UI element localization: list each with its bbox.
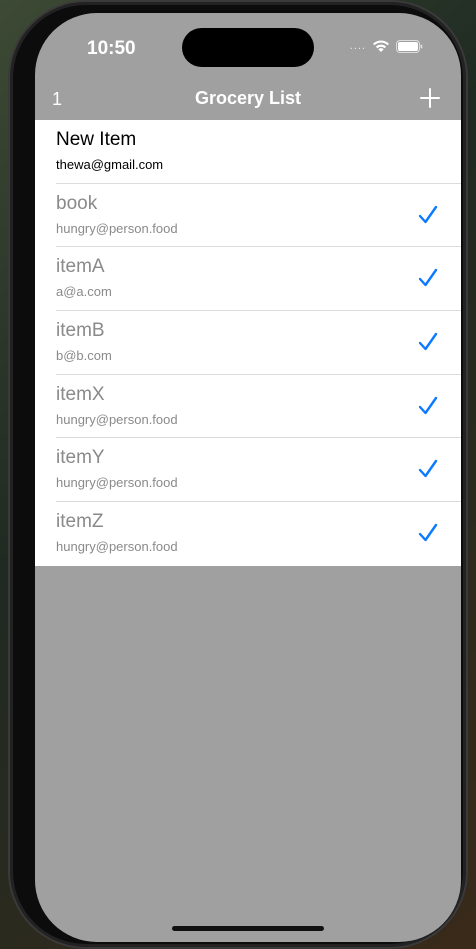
phone-frame: 10:50 .... 1 Grocery List New Item thewa… [8,0,468,949]
item-email: hungry@person.food [56,539,178,555]
battery-icon [396,39,423,53]
app-screen: 10:50 .... 1 Grocery List New Item thewa… [35,13,461,942]
item-email: hungry@person.food [56,475,178,491]
status-icons: .... [350,39,423,53]
list-item[interactable]: itemB b@b.com [35,311,461,375]
list-item[interactable]: itemZ hungry@person.food [35,502,461,566]
checkmark-icon [418,205,438,223]
item-email: b@b.com [56,348,112,364]
checkmark-icon [418,269,438,287]
item-email: a@a.com [56,284,112,300]
wifi-icon [372,39,390,53]
dynamic-island [182,28,314,67]
list-item[interactable]: itemY hungry@person.food [35,438,461,503]
item-name: itemX [56,383,105,405]
item-email: thewa@gmail.com [56,157,164,172]
list-item[interactable]: itemA a@a.com [35,247,461,312]
checkmark-icon [418,523,438,542]
item-name: itemY [56,447,105,469]
status-time: 10:50 [87,38,136,59]
item-name: book [56,192,98,214]
item-name: itemZ [56,511,104,533]
item-name: New Item [56,129,137,150]
item-name: itemB [56,320,105,342]
home-indicator[interactable] [172,926,324,931]
page-title: Grocery List [194,88,302,108]
list-item[interactable]: itemX hungry@person.food [35,375,461,439]
status-bar: 10:50 .... [35,13,461,83]
item-email: hungry@person.food [56,220,178,236]
item-name: itemA [56,256,105,278]
grocery-list: New Item thewa@gmail.com book hungry@person… [35,120,461,566]
signal-icon: .... [349,40,366,52]
item-email: hungry@person.food [56,411,178,427]
add-item-button[interactable] [415,83,445,113]
checkmark-icon [418,460,438,478]
list-item[interactable]: New Item thewa@gmail.com [35,120,461,184]
checkmark-icon [418,332,438,351]
navigation-bar: 1 Grocery List [35,83,461,120]
plus-icon [420,88,440,108]
checkmark-icon [418,396,438,414]
list-item[interactable]: book hungry@person.food [35,184,461,248]
